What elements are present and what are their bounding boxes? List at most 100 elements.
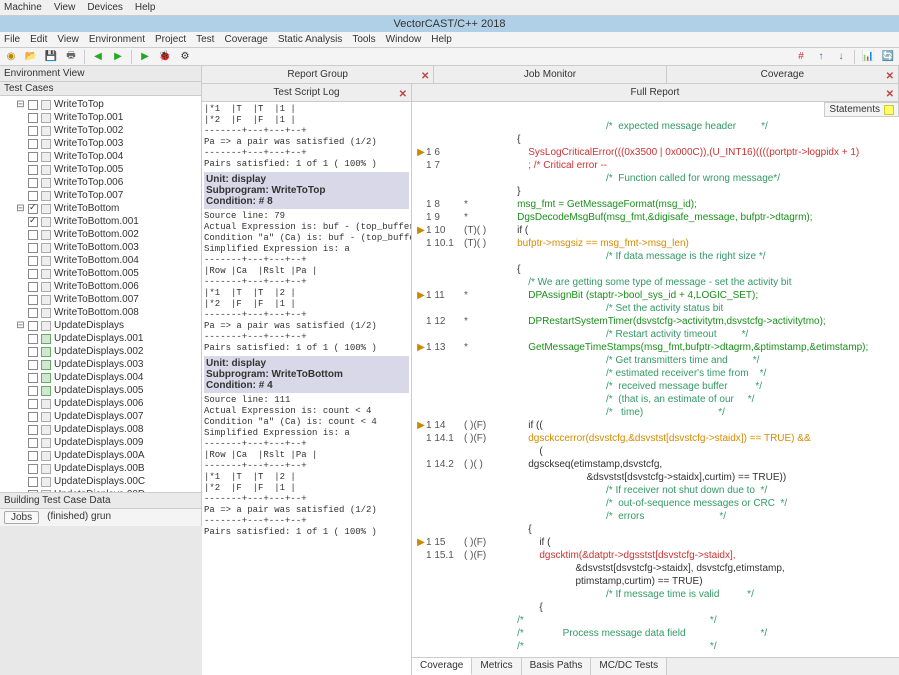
tree-item[interactable]: UpdateDisplays.001 [2,332,199,345]
tree-item[interactable]: WriteToTop.006 [2,176,199,189]
gear-icon[interactable]: ⚙ [178,50,192,64]
checkbox[interactable] [28,178,38,188]
checkbox[interactable] [28,152,38,162]
checkbox[interactable] [28,412,38,422]
checkbox[interactable] [28,126,38,136]
menu-tools[interactable]: Tools [352,34,375,45]
tree-item[interactable]: WriteToBottom.003 [2,241,199,254]
tree-item[interactable]: WriteToBottom.008 [2,306,199,319]
tab-coverage-bottom[interactable]: Coverage [412,658,472,675]
checkbox[interactable] [28,451,38,461]
print-icon[interactable]: 🖶 [64,50,78,64]
menu-environment[interactable]: Environment [89,34,145,45]
jobs-button[interactable]: Jobs [4,511,39,524]
checkbox[interactable] [28,334,38,344]
checkbox[interactable] [28,204,38,214]
tree-item[interactable]: ⊟UpdateDisplays [2,319,199,332]
test-script-log[interactable]: |*1 |T |T |1 | |*2 |F |F |1 | -------+--… [202,102,412,675]
tab-test-script-log[interactable]: Test Script Log✕ [202,84,412,101]
tree-item[interactable]: WriteToTop.005 [2,163,199,176]
checkbox[interactable] [28,464,38,474]
tree-item[interactable]: WriteToBottom.006 [2,280,199,293]
menu-view[interactable]: View [54,2,76,13]
checkbox[interactable] [28,217,38,227]
tree-item[interactable]: UpdateDisplays.00B [2,462,199,475]
close-icon[interactable]: ✕ [399,86,407,104]
tree-item[interactable]: WriteToBottom.001 [2,215,199,228]
checkbox[interactable] [28,321,38,331]
debug-icon[interactable]: 🐞 [158,50,172,64]
tree-item[interactable]: WriteToTop.001 [2,111,199,124]
checkbox[interactable] [28,360,38,370]
tab-full-report[interactable]: Full Report✕ [412,84,899,101]
tab-job-monitor[interactable]: Job Monitor [434,66,666,83]
run-icon[interactable]: ▶ [138,50,152,64]
checkbox[interactable] [28,256,38,266]
checkbox[interactable] [28,100,38,110]
hash-icon[interactable]: # [794,50,808,64]
checkbox[interactable] [28,113,38,123]
tree-item[interactable]: UpdateDisplays.007 [2,410,199,423]
menu-devices[interactable]: Devices [87,2,123,13]
checkbox[interactable] [28,438,38,448]
tree-item[interactable]: WriteToBottom.007 [2,293,199,306]
menu-window[interactable]: Window [386,34,422,45]
menu-file[interactable]: File [4,34,20,45]
tree-item[interactable]: UpdateDisplays.005 [2,384,199,397]
back-icon[interactable]: ◀ [91,50,105,64]
chart-icon[interactable]: 📊 [861,50,875,64]
up-icon[interactable]: ↑ [814,50,828,64]
checkbox[interactable] [28,373,38,383]
fwd-icon[interactable]: ▶ [111,50,125,64]
menu-help2[interactable]: Help [431,34,452,45]
tab-report-group[interactable]: Report Group✕ [202,66,434,83]
menu-machine[interactable]: Machine [4,2,42,13]
menu-view2[interactable]: View [57,34,79,45]
checkbox[interactable] [28,477,38,487]
checkbox[interactable] [28,425,38,435]
checkbox[interactable] [28,399,38,409]
test-tree[interactable]: ⊟WriteToTopWriteToTop.001WriteToTop.002W… [0,96,201,492]
checkbox[interactable] [28,230,38,240]
source-code-view[interactable]: /* expected message header */ {▶1 6 SysL… [412,102,899,657]
checkbox[interactable] [28,386,38,396]
checkbox[interactable] [28,295,38,305]
tree-item[interactable]: UpdateDisplays.00C [2,475,199,488]
tree-item[interactable]: UpdateDisplays.002 [2,345,199,358]
tree-item[interactable]: WriteToBottom.002 [2,228,199,241]
save-icon[interactable]: 💾 [44,50,58,64]
menu-static[interactable]: Static Analysis [278,34,342,45]
tree-item[interactable]: WriteToTop.007 [2,189,199,202]
menu-edit[interactable]: Edit [30,34,47,45]
menu-help[interactable]: Help [135,2,156,13]
tree-item[interactable]: UpdateDisplays.008 [2,423,199,436]
tree-item[interactable]: WriteToBottom.004 [2,254,199,267]
tree-item[interactable]: ⊟WriteToTop [2,98,199,111]
tab-mcdc[interactable]: MC/DC Tests [591,658,667,675]
tree-item[interactable]: WriteToTop.003 [2,137,199,150]
refresh-icon[interactable]: 🔄 [881,50,895,64]
checkbox[interactable] [28,165,38,175]
tab-coverage[interactable]: Coverage✕ [667,66,899,83]
menu-project[interactable]: Project [155,34,186,45]
checkbox[interactable] [28,243,38,253]
down-icon[interactable]: ↓ [834,50,848,64]
tree-item[interactable]: WriteToBottom.005 [2,267,199,280]
tree-item[interactable]: UpdateDisplays.004 [2,371,199,384]
checkbox[interactable] [28,269,38,279]
new-icon[interactable]: ◉ [4,50,18,64]
checkbox[interactable] [28,308,38,318]
menu-coverage[interactable]: Coverage [224,34,267,45]
tree-item[interactable]: WriteToTop.004 [2,150,199,163]
menu-test[interactable]: Test [196,34,214,45]
checkbox[interactable] [28,282,38,292]
tree-item[interactable]: UpdateDisplays.003 [2,358,199,371]
tree-item[interactable]: ⊟WriteToBottom [2,202,199,215]
open-icon[interactable]: 📂 [24,50,38,64]
checkbox[interactable] [28,191,38,201]
tree-item[interactable]: UpdateDisplays.00A [2,449,199,462]
tab-metrics[interactable]: Metrics [472,658,521,675]
tree-item[interactable]: UpdateDisplays.009 [2,436,199,449]
tree-item[interactable]: WriteToTop.002 [2,124,199,137]
tab-basis-paths[interactable]: Basis Paths [522,658,592,675]
